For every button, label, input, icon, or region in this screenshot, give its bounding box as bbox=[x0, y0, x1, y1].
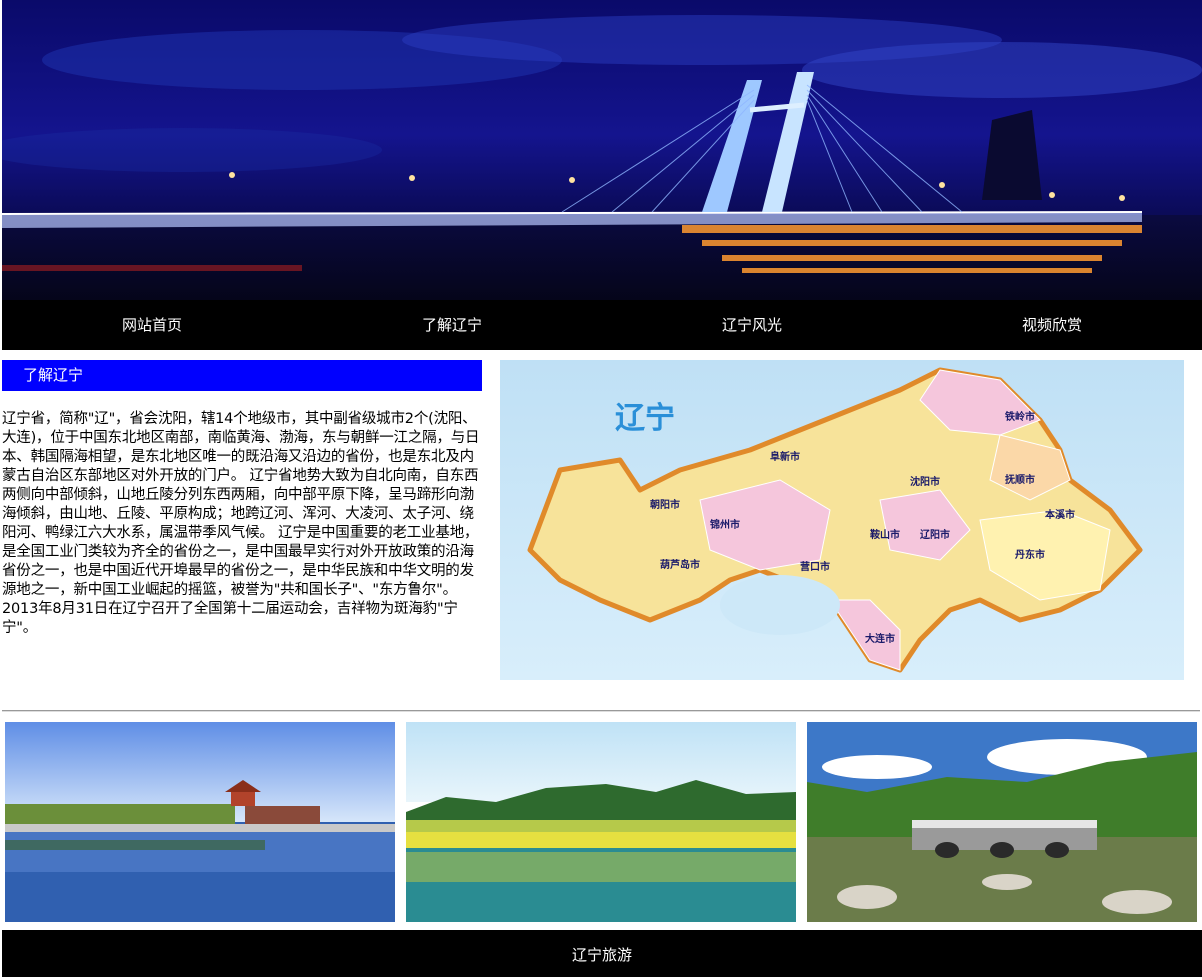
map-label-benxi: 本溪市 bbox=[1045, 508, 1075, 521]
nav-item-about-liaoning[interactable]: 了解辽宁 bbox=[302, 300, 602, 350]
section-title: 了解辽宁 bbox=[2, 360, 482, 391]
map-label-dalian: 大连市 bbox=[865, 632, 895, 645]
gallery-image-3 bbox=[807, 722, 1197, 922]
map-label-fushun: 抚顺市 bbox=[1005, 473, 1035, 486]
map-label-yingkou: 营口市 bbox=[800, 560, 830, 573]
map-label-chaoyang: 朝阳市 bbox=[650, 498, 680, 511]
map-label-tieling: 铁岭市 bbox=[1005, 410, 1035, 423]
section-divider bbox=[2, 710, 1200, 712]
intro-text: 辽宁省，简称"辽"，省会沈阳，辖14个地级市，其中副省级城市2个(沈阳、大连)，… bbox=[2, 411, 480, 636]
gallery-image-2 bbox=[406, 722, 796, 922]
map-label-liaoyang: 辽阳市 bbox=[920, 528, 950, 541]
map-label-huludao: 葫芦岛市 bbox=[660, 558, 700, 571]
main-nav: 网站首页 了解辽宁 辽宁风光 视频欣赏 bbox=[2, 300, 1202, 350]
gallery-image-1 bbox=[5, 722, 395, 922]
map-label-dandong: 丹东市 bbox=[1015, 548, 1045, 561]
banner-image bbox=[2, 0, 1202, 300]
nav-item-scenery[interactable]: 辽宁风光 bbox=[602, 300, 902, 350]
map-label-jinzhou: 锦州市 bbox=[710, 518, 740, 531]
nav-item-videos[interactable]: 视频欣赏 bbox=[902, 300, 1202, 350]
map-title: 辽宁 bbox=[615, 401, 675, 436]
map-label-anshan: 鞍山市 bbox=[870, 528, 900, 541]
footer: 辽宁旅游 bbox=[2, 930, 1202, 977]
nav-item-home[interactable]: 网站首页 bbox=[2, 300, 302, 350]
liaoning-map-image: 辽宁 铁岭市 阜新市 沈阳市 抚顺市 朝阳市 锦州市 辽阳市 本溪市 葫芦岛市 … bbox=[500, 360, 1184, 680]
map-label-shenyang: 沈阳市 bbox=[910, 475, 940, 488]
map-label-fuxin: 阜新市 bbox=[770, 450, 800, 463]
